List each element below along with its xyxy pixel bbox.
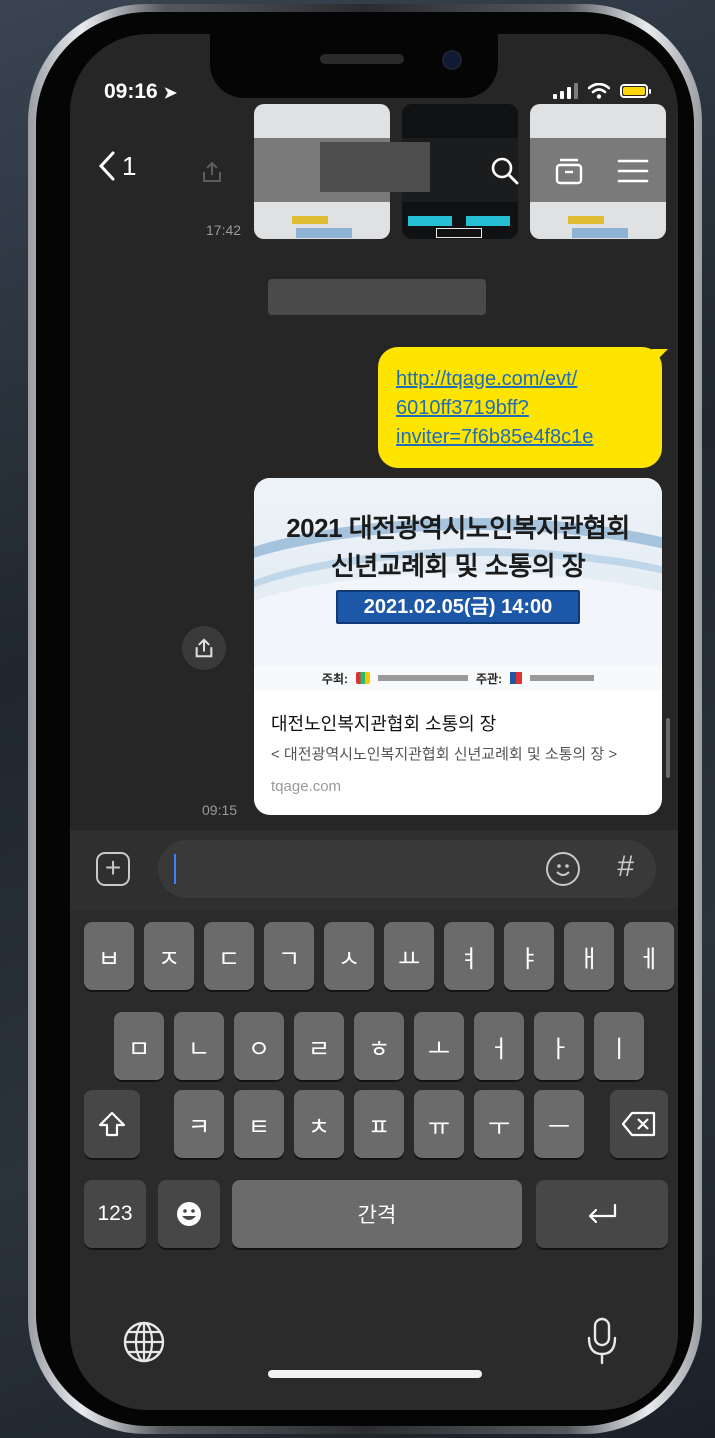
key[interactable]: ㄱ [264, 922, 314, 990]
key[interactable]: ㅊ [294, 1090, 344, 1158]
key[interactable]: ㅋ [174, 1090, 224, 1158]
shift-icon [98, 1111, 126, 1137]
status-icons [553, 83, 651, 99]
status-time: 09:16 ➤ [104, 80, 177, 103]
backspace-key[interactable] [610, 1090, 668, 1158]
key[interactable]: ㄹ [294, 1012, 344, 1080]
message-time: 09:15 [202, 802, 238, 818]
signal-icon [553, 83, 578, 99]
key[interactable]: ㅌ [234, 1090, 284, 1158]
shift-key[interactable] [84, 1090, 140, 1158]
emoji-icon [177, 1202, 201, 1226]
wifi-icon [588, 83, 610, 99]
emoticon-button[interactable] [546, 852, 580, 886]
key[interactable]: ㅁ [114, 1012, 164, 1080]
attach-button[interactable]: + [96, 852, 130, 886]
key[interactable]: ㅠ [414, 1090, 464, 1158]
preview-title: 대전노인복지관협회 소통의 장 [271, 714, 497, 734]
banner-date: 2021.02.05(금) 14:00 [336, 590, 580, 624]
key[interactable]: ㅅ [324, 922, 374, 990]
organizer-label: 주관: [476, 671, 503, 686]
return-key[interactable] [536, 1180, 668, 1248]
search-button[interactable] [486, 152, 524, 190]
menu-icon [617, 159, 649, 183]
key[interactable]: ㄷ [204, 922, 254, 990]
space-key[interactable]: 간격 [232, 1180, 522, 1248]
key[interactable]: ㅓ [474, 1012, 524, 1080]
link-line[interactable]: inviter=7f6b85e4f8c1e [396, 423, 662, 452]
date-divider-redacted [268, 279, 486, 315]
message-input[interactable]: # [158, 840, 656, 898]
key[interactable]: ㅎ [354, 1012, 404, 1080]
key[interactable]: ㅇ [234, 1012, 284, 1080]
key[interactable]: ㅛ [384, 922, 434, 990]
nav-actions [486, 152, 652, 190]
backspace-icon [621, 1111, 656, 1137]
emoji-key[interactable] [158, 1180, 220, 1248]
key[interactable]: ㄴ [174, 1012, 224, 1080]
menu-button[interactable] [614, 152, 652, 190]
return-icon [588, 1203, 617, 1224]
back-button[interactable]: 1 [98, 150, 136, 182]
chat-title-redacted [320, 142, 430, 192]
share-icon [203, 161, 221, 182]
key[interactable]: ㅔ [624, 922, 674, 990]
battery-icon [620, 84, 651, 98]
preview-domain: tqage.com [271, 778, 342, 795]
host-logo-icon [356, 672, 370, 684]
banner-footer: 주최: 주관: [254, 666, 662, 690]
key[interactable]: ㅈ [144, 922, 194, 990]
scrollbar[interactable] [666, 718, 670, 778]
key[interactable]: ㅕ [444, 922, 494, 990]
share-button[interactable] [182, 626, 226, 670]
message-time: 17:42 [206, 222, 242, 238]
host-label: 주최: [321, 671, 348, 686]
unread-count: 1 [122, 150, 137, 181]
link-preview-card[interactable]: 2021 대전광역시노인복지관협회 신년교례회 및 소통의 장 2021.02.… [254, 478, 662, 815]
globe-icon[interactable] [122, 1320, 166, 1364]
key[interactable]: ㅗ [414, 1012, 464, 1080]
banner-title-line1: 2021 대전광역시노인복지관협회 [286, 513, 630, 543]
home-indicator[interactable] [268, 1370, 482, 1378]
link-line[interactable]: http://tqage.com/evt/ [396, 365, 662, 394]
drawer-icon [555, 158, 583, 185]
screen: 17:42 09:16 ➤ 1 http://tqage.com/evt/ 60… [70, 34, 678, 1410]
camera [442, 50, 462, 70]
key[interactable]: ㅍ [354, 1090, 404, 1158]
key[interactable]: ㅡ [534, 1090, 584, 1158]
microphone-icon[interactable] [582, 1316, 622, 1366]
hashtag-button[interactable]: # [617, 850, 634, 884]
key[interactable]: ㅑ [504, 922, 554, 990]
link-line[interactable]: 6010ff3719bff? [396, 394, 662, 423]
preview-banner: 2021 대전광역시노인복지관협회 신년교례회 및 소통의 장 2021.02.… [254, 478, 662, 690]
notch [210, 34, 498, 98]
keyboard: ㅂㅈㄷㄱㅅㅛㅕㅑㅐㅔ ㅁㄴㅇㄹㅎㅗㅓㅏㅣ ㅋㅌㅊㅍㅠㅜㅡ 123 간격 [70, 910, 678, 1410]
numbers-key[interactable]: 123 [84, 1180, 146, 1248]
organizer-logo-icon [510, 672, 523, 684]
smiley-icon [556, 864, 570, 876]
text-caret [174, 854, 176, 884]
key[interactable]: ㅂ [84, 922, 134, 990]
search-icon [491, 157, 519, 185]
message-input-bar: + # [70, 830, 678, 910]
chevron-left-icon [98, 151, 115, 181]
banner-title-line2: 신년교례회 및 소통의 장 [330, 551, 586, 581]
key[interactable]: ㅏ [534, 1012, 584, 1080]
share-icon [195, 638, 213, 658]
plus-icon: + [104, 852, 122, 883]
key[interactable]: ㅣ [594, 1012, 644, 1080]
chat-nav-bar: 1 [70, 138, 678, 202]
speaker [320, 54, 404, 64]
key[interactable]: ㅐ [564, 922, 614, 990]
link-message-bubble[interactable]: http://tqage.com/evt/ 6010ff3719bff? inv… [378, 347, 662, 468]
drawer-button[interactable] [550, 152, 588, 190]
preview-description: < 대전광역시노인복지관협회 신년교례회 및 소통의 장 > [271, 746, 618, 763]
key[interactable]: ㅜ [474, 1090, 524, 1158]
